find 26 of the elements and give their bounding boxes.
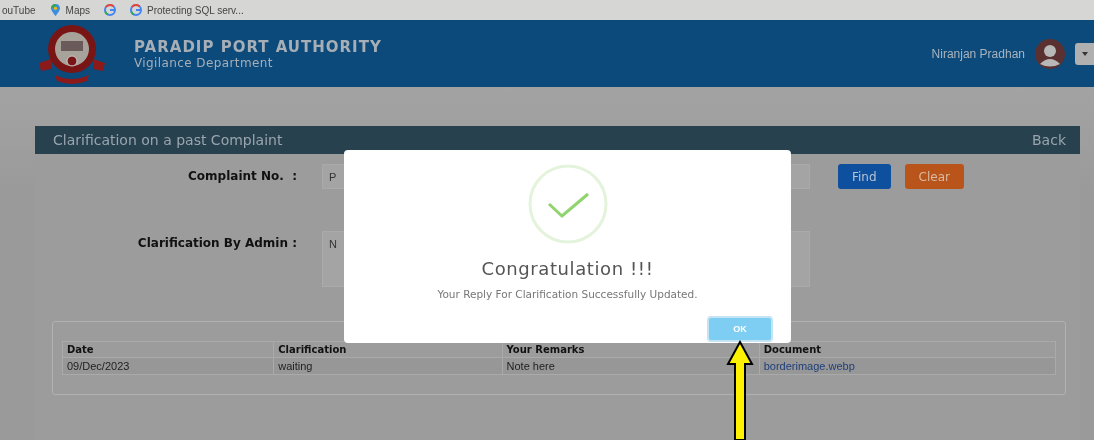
google-g-icon [130, 4, 142, 16]
bookmark-link[interactable]: Protecting SQL serv... [130, 4, 244, 16]
site-subtitle: Vigilance Department [134, 55, 274, 70]
user-name: Niranjan Pradhan [931, 46, 1025, 61]
site-title: PARADIP PORT AUTHORITY [134, 37, 382, 56]
bookmark-link[interactable] [104, 4, 116, 16]
dialog-message: Your Reply For Clarification Successfully Updated. [437, 288, 698, 300]
field-label: Clarification By Admin : [136, 235, 297, 250]
bookmark-link[interactable]: ouTube [2, 4, 36, 16]
success-check-icon [526, 163, 609, 245]
back-link[interactable]: Back [1032, 132, 1066, 148]
google-g-icon [104, 4, 116, 16]
emblem-logo [37, 22, 107, 85]
document-link[interactable]: borderimage.webp [763, 360, 855, 372]
user-avatar-icon [1035, 38, 1065, 69]
clear-button[interactable]: Clear [904, 164, 964, 189]
find-button[interactable]: Find [838, 164, 891, 189]
column-header: Date [62, 341, 274, 358]
caret-icon [1081, 51, 1088, 56]
bookmark-link[interactable]: Maps [49, 4, 90, 16]
user-menu-button[interactable] [1075, 42, 1094, 65]
map-pin-icon [49, 4, 61, 16]
column-header: Document [759, 341, 1056, 358]
dialog-title: Congratulation !!! [481, 258, 654, 279]
panel-title: Clarification on a past Complaint [53, 132, 283, 148]
field-label: Complaint No. : [187, 168, 297, 183]
